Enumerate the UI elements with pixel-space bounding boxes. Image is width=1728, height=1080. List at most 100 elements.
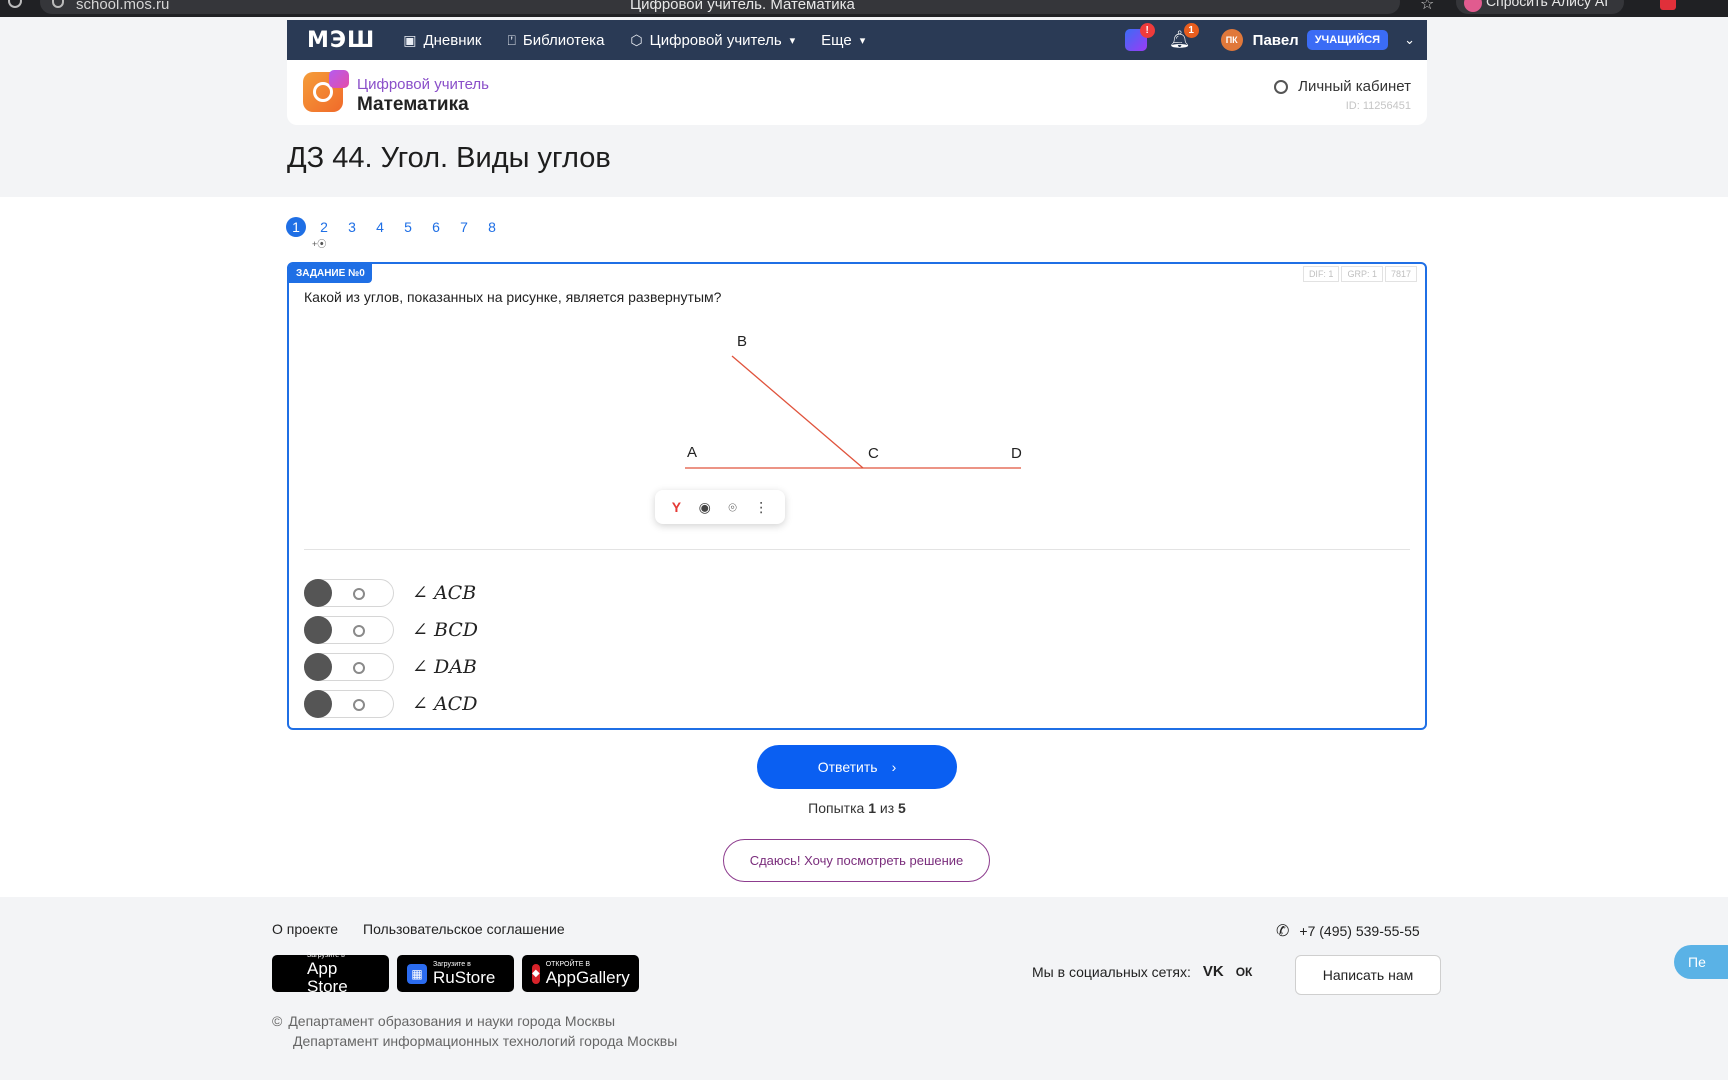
answer-button-label: Ответить xyxy=(817,759,878,775)
attempt-total: 5 xyxy=(898,800,906,816)
option-label: ∠ BCD xyxy=(412,618,479,641)
user-name[interactable]: Павел xyxy=(1253,32,1299,49)
odnoklassniki-icon[interactable]: ОК xyxy=(1236,965,1253,979)
phone-icon: ✆ xyxy=(1276,923,1290,940)
store-name: AppGallery xyxy=(545,967,630,987)
url-text: school.mos.ru xyxy=(76,0,170,13)
nav-more-label: Еще xyxy=(821,31,852,49)
option-label: ∠ ACD xyxy=(412,692,478,715)
phone-number: +7 (495) 539-55-55 xyxy=(1299,923,1420,939)
reload-icon[interactable] xyxy=(8,0,22,8)
floating-help-button[interactable]: Пе xyxy=(1674,945,1728,979)
option-label: ∠ ACB xyxy=(412,581,477,604)
task-meta-id: 7817 xyxy=(1384,266,1417,282)
task-tag: ЗАДАНИЕ №0 xyxy=(289,264,372,283)
divider xyxy=(304,549,1410,550)
angle-figure: B A C D xyxy=(685,333,1022,469)
option-label: ∠ DAB xyxy=(412,655,477,678)
user-id: ID: 11256451 xyxy=(1345,100,1411,112)
answer-option[interactable]: ∠ ACD xyxy=(304,685,478,722)
footer: О проекте Пользовательское соглашение ✆ … xyxy=(0,897,1728,1080)
task-number-6[interactable]: 6 xyxy=(426,217,446,237)
more-vertical-icon[interactable]: ⋮ xyxy=(754,499,768,516)
nav-diary-label: Дневник xyxy=(423,31,482,49)
notifications-bell-icon[interactable]: 🔔︎ 1 xyxy=(1169,23,1199,51)
social-label: Мы в социальных сетях: xyxy=(1032,963,1191,980)
social-links: Мы в социальных сетях: VK ОК xyxy=(1032,963,1252,980)
nav-digital-teacher-label: Цифровой учитель xyxy=(649,31,782,49)
option-toggle[interactable] xyxy=(304,615,394,644)
bookmark-star-icon[interactable]: ☆ xyxy=(1420,0,1434,14)
user-circle-icon xyxy=(1274,79,1289,94)
attempt-of: из xyxy=(879,800,895,816)
nav-library[interactable]: ⍞ Библиотека xyxy=(507,32,604,49)
role-badge: УЧАЩИЙСЯ xyxy=(1306,30,1389,50)
task-number-5[interactable]: 5 xyxy=(398,217,418,237)
nav-diary[interactable]: ▣ Дневник xyxy=(403,32,481,49)
task-meta-dif: DIF: 1 xyxy=(1302,266,1340,282)
label-b: B xyxy=(737,333,747,350)
option-toggle[interactable] xyxy=(304,689,394,718)
task-number-8[interactable]: 8 xyxy=(482,217,502,237)
cube-icon: ⬡ xyxy=(630,31,643,48)
label-c: C xyxy=(868,445,879,462)
nav-library-label: Библиотека xyxy=(522,31,605,49)
yandex-search-icon[interactable]: Y xyxy=(672,499,681,515)
option-toggle[interactable] xyxy=(304,652,394,681)
task-number-7[interactable]: 7 xyxy=(454,217,474,237)
write-us-button[interactable]: Написать нам xyxy=(1295,955,1441,995)
eye-icon[interactable]: ◉ xyxy=(699,499,711,516)
vk-icon[interactable]: VK xyxy=(1203,963,1224,980)
task-meta-grp: GRP: 1 xyxy=(1341,266,1383,282)
line-bc xyxy=(731,355,864,469)
bookmark-icon: ⍞ xyxy=(507,31,516,48)
apps-badge: ! xyxy=(1139,23,1155,38)
give-up-button[interactable]: Сдаюсь! Хочу посмотреть решение xyxy=(723,839,990,882)
option-toggle[interactable] xyxy=(304,578,394,607)
attempts-counter: Попытка 1 из 5 xyxy=(0,800,1714,816)
notifications-badge: 1 xyxy=(1183,23,1199,38)
diary-icon: ▣ xyxy=(403,31,417,48)
top-navigation: МЭШ ▣ Дневник ⍞ Библиотека ⬡ Цифровой уч… xyxy=(287,20,1427,60)
copyright-text-1: Департамент образования и науки города М… xyxy=(288,1013,616,1029)
answer-option[interactable]: ∠ BCD xyxy=(304,611,478,648)
subject-name: Математика xyxy=(357,94,469,115)
extension-icon[interactable] xyxy=(1660,0,1676,10)
appgallery-button[interactable]: ◆ ОТКРОЙТЕ В AppGallery xyxy=(522,955,639,992)
avatar[interactable]: ПК xyxy=(1220,29,1243,51)
page-title: ДЗ 44. Угол. Виды углов xyxy=(287,142,611,174)
answer-button[interactable]: Ответить › xyxy=(757,745,957,789)
question-text: Какой из углов, показанных на рисунке, я… xyxy=(304,289,722,305)
subject-card: Цифровой учитель Математика Личный кабин… xyxy=(287,60,1427,125)
label-a: A xyxy=(687,444,697,461)
digital-teacher-logo xyxy=(303,70,349,112)
subject-service-title: Цифровой учитель xyxy=(357,76,489,93)
task-card: ЗАДАНИЕ №0 DIF: 1 GRP: 1 7817 Какой из у… xyxy=(287,262,1427,730)
nav-right-group: ! 🔔︎ 1 ПК Павел УЧАЩИЙСЯ ⌄ xyxy=(1124,23,1415,51)
chevron-down-icon: ▾ xyxy=(789,34,796,47)
answer-option[interactable]: ∠ DAB xyxy=(304,648,478,685)
chevron-down-icon: ▾ xyxy=(859,34,866,47)
task-2-bonus-marker: +⦿ xyxy=(312,239,327,249)
nav-more[interactable]: Еще ▾ xyxy=(821,32,865,49)
camera-search-icon[interactable]: ⌾ xyxy=(728,499,736,516)
rustore-button[interactable]: ▦ Загрузите в RuStore xyxy=(397,955,514,992)
task-meta: DIF: 1 GRP: 1 7817 xyxy=(1301,266,1417,282)
phone-link[interactable]: ✆ +7 (495) 539-55-55 xyxy=(1276,921,1420,941)
store-name: App Store xyxy=(307,958,348,996)
task-number-3[interactable]: 3 xyxy=(342,217,362,237)
apps-icon[interactable]: ! xyxy=(1124,23,1155,51)
app-store-button[interactable]: Загрузите в App Store xyxy=(272,952,389,995)
answer-option[interactable]: ∠ ACB xyxy=(304,574,478,611)
user-menu-chevron-icon[interactable]: ⌄ xyxy=(1404,32,1415,48)
personal-cabinet-link[interactable]: Личный кабинет xyxy=(1274,78,1411,95)
task-number-2[interactable]: 2 xyxy=(314,217,334,237)
rustore-icon: ▦ xyxy=(407,963,427,984)
task-number-1[interactable]: 1 xyxy=(286,217,306,237)
about-link[interactable]: О проекте xyxy=(272,921,338,937)
nav-digital-teacher[interactable]: ⬡ Цифровой учитель ▾ xyxy=(630,32,795,49)
copyright-icon: © xyxy=(272,1013,283,1029)
agreement-link[interactable]: Пользовательское соглашение xyxy=(363,921,565,937)
task-number-4[interactable]: 4 xyxy=(370,217,390,237)
mesh-logo[interactable]: МЭШ xyxy=(307,28,375,53)
